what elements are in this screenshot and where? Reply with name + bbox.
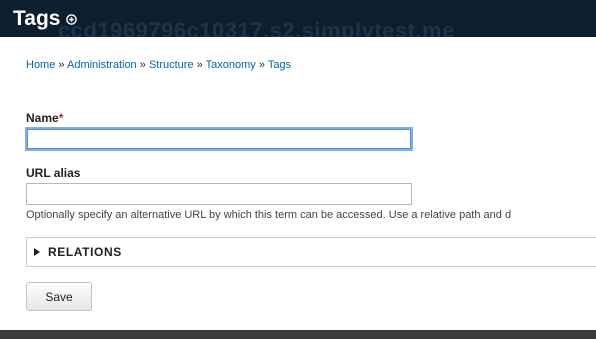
name-label-text: Name	[26, 111, 59, 125]
breadcrumb-separator: »	[58, 59, 65, 71]
breadcrumb-separator: »	[258, 59, 265, 71]
relations-label: RELATIONS	[48, 245, 122, 259]
url-alias-input[interactable]	[26, 183, 412, 205]
name-input[interactable]	[27, 129, 411, 149]
breadcrumb-separator: »	[139, 59, 146, 71]
breadcrumb-home-link[interactable]: Home	[26, 59, 55, 71]
breadcrumb-taxonomy-link[interactable]: Taxonomy	[206, 59, 256, 71]
page-header: ccd1969796c10317.s2.simplytest.me Tags	[0, 0, 596, 37]
breadcrumb-structure-link[interactable]: Structure	[149, 59, 194, 71]
name-label: Name*	[26, 111, 63, 125]
triangle-right-icon	[34, 248, 40, 256]
breadcrumb-separator: »	[196, 59, 203, 71]
save-button[interactable]: Save	[26, 282, 92, 311]
breadcrumb: Home » Administration » Structure » Taxo…	[26, 59, 291, 71]
page: ccd1969796c10317.s2.simplytest.me Tags H…	[0, 0, 596, 339]
required-marker: *	[58, 111, 64, 125]
breadcrumb-tags-link[interactable]: Tags	[268, 59, 291, 71]
url-alias-description: Optionally specify an alternative URL by…	[26, 209, 512, 221]
relations-fieldset-toggle[interactable]: RELATIONS	[26, 237, 596, 267]
plus-circle-icon[interactable]	[66, 14, 77, 25]
page-title: Tags	[13, 7, 61, 30]
url-alias-label: URL alias	[26, 166, 81, 180]
footer-bar	[0, 330, 596, 339]
breadcrumb-administration-link[interactable]: Administration	[67, 59, 137, 71]
site-name-ghost-text: ccd1969796c10317.s2.simplytest.me	[58, 18, 455, 37]
